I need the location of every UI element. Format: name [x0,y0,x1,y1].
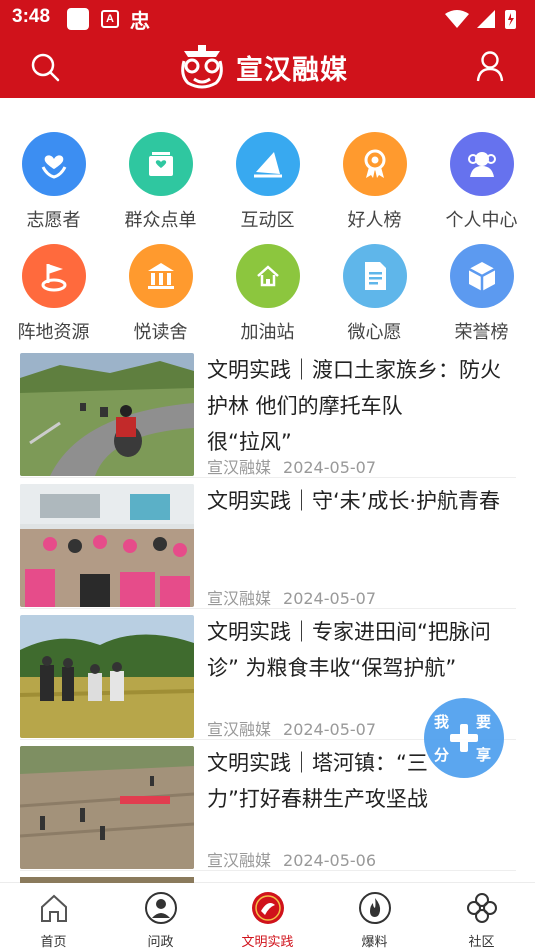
cube-icon [449,244,514,308]
grid-item-honor[interactable]: 荣誉榜 [428,244,535,344]
medal-icon [342,132,407,196]
top-bar: 3:48 A 忠 宣汉融媒 [0,0,535,98]
grid-label: 互动区 [240,210,295,231]
grid-label: 阵地资源 [17,322,90,343]
tab-label: 问政 [147,935,174,950]
tab-home[interactable]: 首页 [0,891,107,950]
civilization-emblem-icon [251,892,284,924]
tab-label: 社区 [468,935,495,950]
wifi-icon [445,10,469,28]
order-heart-icon [128,132,193,196]
grid-label: 志愿者 [26,210,81,231]
brand-name: 宣汉融媒 [236,54,348,86]
tab-civilization[interactable]: 文明实践 [214,891,321,950]
news-source: 宣汉融媒 [207,589,272,608]
grid-label: 荣誉榜 [454,322,509,343]
grid-label: 好人榜 [347,210,402,231]
grid-item-reading[interactable]: 悦读舍 [107,244,214,344]
news-title: 文明实践｜守‘未’成长·护航青春 [207,489,501,513]
bottom-nav: 首页 问政 文明实践 爆料 社区 [0,877,535,952]
status-time: 3:48 [12,6,51,27]
flame-icon [358,892,391,924]
news-date: 2024-05-07 [283,720,376,739]
news-title: 文明实践｜渡口土家族乡：防火 护林 他们的摩托车队 很“拉风” [207,358,501,454]
user-icon[interactable] [475,50,505,82]
flag-location-icon [21,244,86,308]
tab-label: 文明实践 [241,935,294,950]
grid-item-order[interactable]: 群众点单 [107,132,214,232]
news-source: 宣汉融媒 [207,851,272,870]
news-meta: 宣汉融媒 2024-05-07 [207,585,376,609]
profile-circle-icon [144,892,177,924]
grid-item-wishes[interactable]: 微心愿 [321,244,428,344]
grid-label: 个人中心 [445,210,518,231]
volunteer-heart-icon [21,132,86,196]
notification-square-icon [67,8,89,30]
news-item[interactable]: 文明实践｜守‘未’成长·护航青春 宣汉融媒 2024-05-07 [20,483,516,609]
grid-label: 微心愿 [347,322,402,343]
users-icon [449,132,514,196]
fab-char: 我 [434,713,450,731]
clover-icon [466,893,497,923]
grid-item-resources[interactable]: 阵地资源 [0,244,107,344]
grid-item-gas-station[interactable]: 加油站 [214,244,321,344]
news-thumbnail [20,353,194,476]
news-date: 2024-05-07 [283,458,376,477]
news-thumbnail [20,484,194,607]
fab-char: 分 [434,746,450,764]
grid-label: 悦读舍 [133,322,188,343]
house-icon [235,244,300,308]
next-thumbnail-peek [20,877,194,883]
signal-icon [477,10,495,28]
tab-report[interactable]: 爆料 [321,891,428,950]
plus-icon [450,724,478,752]
notification-a-icon: A [101,10,119,28]
tab-label: 首页 [40,935,67,950]
tab-community[interactable]: 社区 [428,891,535,950]
grid-label: 加油站 [240,322,295,343]
home-icon [40,894,67,922]
system-status-icons [445,10,516,29]
share-fab-button[interactable]: 我 要 分 享 [424,698,504,778]
news-meta: 宣汉融媒 2024-05-07 [207,716,376,740]
paper-plane-icon [235,132,300,196]
grid-item-good-people[interactable]: 好人榜 [321,132,428,232]
grid-label: 群众点单 [124,210,197,231]
brand-logo-icon [181,45,223,89]
tab-inquiry[interactable]: 问政 [107,891,214,950]
news-source: 宣汉融媒 [207,458,272,477]
news-source: 宣汉融媒 [207,720,272,739]
news-meta: 宣汉融媒 2024-05-07 [207,454,376,478]
news-item[interactable]: 文明实践｜渡口土家族乡：防火 护林 他们的摩托车队 很“拉风” 宣汉融媒 2024… [20,352,516,478]
brand: 宣汉融媒 [176,40,348,94]
document-icon [342,244,407,308]
notification-char-icon: 忠 [130,9,150,33]
news-meta: 宣汉融媒 2024-05-06 [207,847,376,871]
news-date: 2024-05-06 [283,851,376,870]
news-title: 文明实践｜专家进田间“把脉问 诊” 为粮食丰收“保驾护航” [207,620,491,680]
search-icon[interactable] [30,52,60,82]
news-thumbnail [20,746,194,869]
grid-item-volunteer[interactable]: 志愿者 [0,132,107,232]
app-header: 宣汉融媒 [0,36,535,98]
library-icon [128,244,193,308]
tab-label: 爆料 [361,935,388,950]
news-thumbnail [20,615,194,738]
news-date: 2024-05-07 [283,589,376,608]
status-bar: 3:48 A 忠 [0,0,535,36]
grid-item-interaction[interactable]: 互动区 [214,132,321,232]
grid-item-personal-center[interactable]: 个人中心 [428,132,535,232]
